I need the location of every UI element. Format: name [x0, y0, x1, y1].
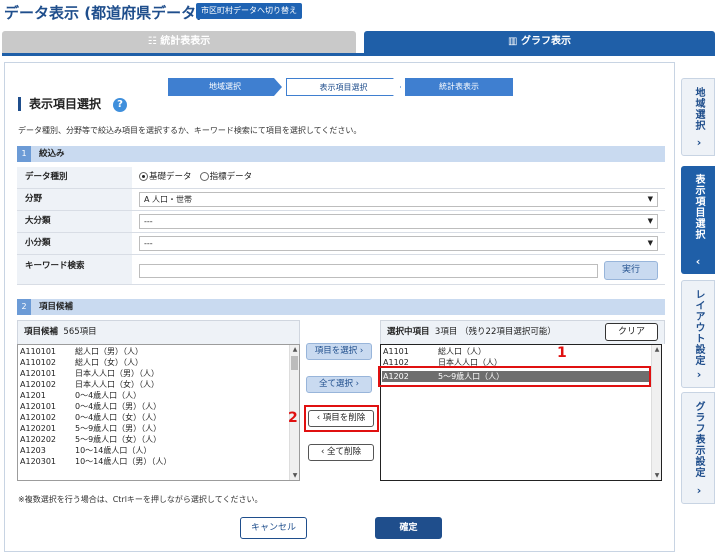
multi-select-note: ※複数選択を行う場合は、Ctrlキーを押しながら選択してください。	[18, 495, 263, 504]
scroll-up-icon[interactable]: ▲	[652, 346, 661, 353]
side-tab-label: グラフ表示設定	[693, 401, 704, 478]
side-tab-graph-settings[interactable]: グラフ表示設定 ›	[681, 392, 715, 504]
filter-section-label: 絞込み	[39, 149, 65, 159]
field-select[interactable]: A 人口・世帯 ▼	[139, 192, 658, 207]
radio-basic-label: 基礎データ	[149, 172, 192, 182]
scroll-up-icon[interactable]: ▲	[290, 346, 299, 353]
side-tab-layout[interactable]: レイアウト設定 ›	[681, 280, 715, 388]
scroll-down-icon[interactable]: ▼	[290, 472, 299, 479]
data-type-label: データ種別	[17, 167, 132, 188]
list-item[interactable]: A1203 10～14歳人口（人）	[20, 445, 151, 456]
candidate-count: 565項目	[63, 327, 97, 337]
selected-scrollbar[interactable]: ▲ ▼	[651, 345, 661, 480]
tab-statistics-table[interactable]: ☷ 統計表表示	[2, 31, 356, 53]
minor-category-value: ---	[144, 239, 153, 248]
candidate-list-header: 項目候補 565項目	[17, 320, 300, 344]
data-type-radios: 基礎データ 指標データ	[139, 167, 252, 188]
side-tab-label: レイアウト設定	[693, 289, 704, 366]
tab-underline	[2, 53, 715, 56]
candidates-section-number: 2	[17, 299, 31, 315]
annotation-marker-2: 2	[288, 410, 298, 426]
chevron-down-icon: ▼	[647, 239, 653, 247]
major-category-row: 大分類 --- ▼	[17, 211, 665, 233]
radio-indicator-label: 指標データ	[209, 172, 253, 182]
chevron-right-icon: ›	[696, 136, 702, 149]
cancel-button[interactable]: キャンセル	[240, 517, 307, 539]
side-tab-label: 地域選択	[693, 87, 704, 131]
keyword-input[interactable]	[139, 264, 598, 278]
data-type-row: データ種別 基礎データ 指標データ	[17, 167, 665, 189]
list-item[interactable]: A110101 総人口（男）（人）	[20, 346, 143, 357]
list-item[interactable]: A120101 日本人人口（男）（人）	[20, 368, 159, 379]
candidate-list-title: 項目候補	[24, 327, 59, 337]
instruction-text: データ種別、分野等で絞込み項目を選択するか、キーワード検索にて項目を選択してくだ…	[18, 126, 362, 135]
remove-all-button[interactable]: ‹ 全て削除	[308, 444, 374, 461]
select-item-button[interactable]: 項目を選択 ›	[306, 343, 372, 360]
chevron-left-icon: ‹	[695, 255, 701, 268]
filter-section-number: 1	[17, 146, 31, 162]
list-item[interactable]: A120202 5～9歳人口（女）（人）	[20, 434, 161, 445]
selected-count: 3項目 （残り22項目選択可能）	[434, 327, 556, 337]
chevron-right-icon: ›	[696, 368, 702, 381]
field-row: 分野 A 人口・世帯 ▼	[17, 189, 665, 211]
candidate-listbox[interactable]: A110101 総人口（男）（人） A110102 総人口（女）（人） A12010…	[17, 344, 300, 481]
field-label: 分野	[17, 189, 132, 210]
side-tab-label: 表示項目選択	[693, 174, 704, 240]
list-item[interactable]: A120201 5～9歳人口（男）（人）	[20, 423, 161, 434]
step-region-select[interactable]: 地域選択	[168, 78, 282, 96]
selected-listbox[interactable]: A1101 総人口（人） A1102 日本人人口（人） A1202 5～9歳人口（人）…	[380, 344, 662, 481]
candidates-section-bar: 2 項目候補	[17, 299, 665, 315]
select-all-button[interactable]: 全て選択 ›	[306, 376, 372, 393]
run-search-button[interactable]: 実行	[604, 261, 658, 280]
confirm-button[interactable]: 確定	[375, 517, 442, 539]
chevron-down-icon: ▼	[647, 195, 653, 203]
step-table-display[interactable]: 統計表表示	[405, 78, 513, 96]
minor-category-label: 小分類	[17, 233, 132, 254]
list-item[interactable]: A120301 10～14歳人口（男）（人）	[20, 456, 171, 467]
radio-basic-data[interactable]	[139, 172, 148, 181]
highlight-remove-button	[304, 405, 379, 432]
keyword-label: キーワード検索	[17, 255, 132, 284]
candidates-section-label: 項目候補	[39, 302, 74, 312]
list-item[interactable]: A120102 日本人人口（女）（人）	[20, 379, 159, 390]
step-item-select: 表示項目選択	[286, 78, 401, 96]
side-tab-item-select[interactable]: 表示項目選択 ‹	[681, 166, 715, 274]
highlight-selected-row	[378, 366, 651, 387]
side-tab-region[interactable]: 地域選択 ›	[681, 78, 715, 156]
minor-category-row: 小分類 --- ▼	[17, 233, 665, 255]
filter-section-bar: 1 絞込み	[17, 146, 665, 162]
list-item[interactable]: A120102 0～4歳人口（女）（人）	[20, 412, 161, 423]
switch-municipal-button[interactable]: 市区町村データへ切り替え	[196, 3, 302, 19]
selected-list-title: 選択中項目	[387, 327, 430, 337]
field-select-value: A 人口・世帯	[144, 195, 193, 204]
tab-graph[interactable]: ▥ グラフ表示	[364, 31, 715, 53]
list-item[interactable]: A1101 総人口（人）	[383, 346, 486, 357]
radio-indicator-data[interactable]	[199, 172, 209, 181]
page-title: データ表示 (都道府県データ)	[4, 4, 203, 22]
list-item[interactable]: A120101 0～4歳人口（男）（人）	[20, 401, 161, 412]
minor-category-select[interactable]: --- ▼	[139, 236, 658, 251]
chevron-right-icon: ›	[696, 484, 702, 497]
chevron-down-icon: ▼	[647, 217, 653, 225]
section-title: 表示項目選択	[18, 97, 101, 111]
scroll-down-icon[interactable]: ▼	[652, 472, 661, 479]
major-category-value: ---	[144, 217, 153, 226]
list-item[interactable]: A110102 総人口（女）（人）	[20, 357, 143, 368]
major-category-label: 大分類	[17, 211, 132, 232]
list-item[interactable]: A1201 0～4歳人口（人）	[20, 390, 141, 401]
scroll-thumb[interactable]	[291, 356, 298, 370]
major-category-select[interactable]: --- ▼	[139, 214, 658, 229]
annotation-marker-1: 1	[557, 345, 567, 361]
clear-button[interactable]: クリア	[605, 323, 658, 341]
help-icon[interactable]: ?	[113, 98, 127, 112]
